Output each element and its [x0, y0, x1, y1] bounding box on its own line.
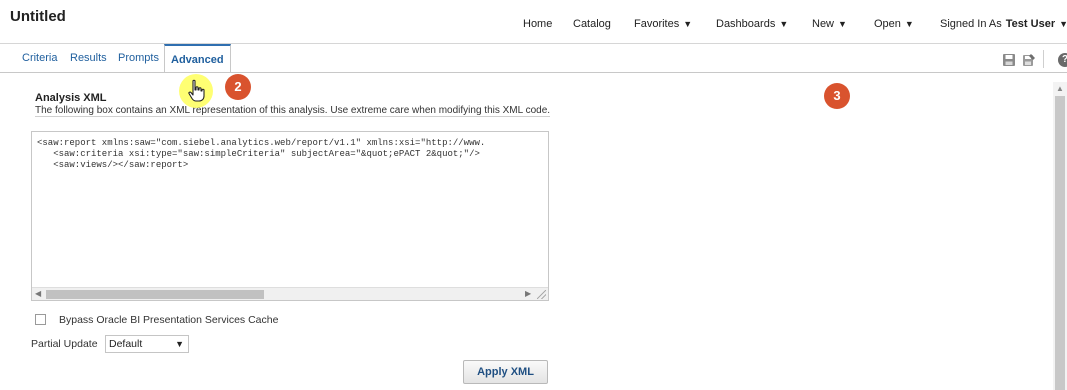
caret-down-icon: ▼ [683, 19, 693, 29]
annotation-badge-2: 2 [225, 74, 251, 100]
editor-tabs: Criteria Results Prompts Advanced [0, 44, 1067, 73]
nav-new-menu[interactable]: New ▼ [812, 18, 847, 30]
section-description: The following box contains an XML repres… [35, 105, 551, 116]
save-icon[interactable] [1002, 53, 1016, 67]
bypass-cache-checkbox[interactable] [35, 314, 46, 326]
resize-grip-icon[interactable] [537, 290, 546, 299]
partial-update-row: Partial Update Default ▼ [31, 335, 189, 353]
xml-content[interactable]: <saw:report xmlns:saw="com.siebel.analyt… [37, 138, 485, 171]
caret-down-icon: ▼ [779, 19, 789, 29]
xml-textarea[interactable]: <saw:report xmlns:saw="com.siebel.analyt… [31, 131, 549, 301]
scroll-right-icon[interactable]: ▶ [525, 289, 531, 298]
page-vertical-scrollbar[interactable]: ▲ [1053, 82, 1067, 390]
toolbar-separator [1043, 50, 1044, 68]
caret-down-icon: ▼ [175, 339, 184, 349]
caret-down-icon: ▼ [904, 19, 914, 29]
nav-open-menu[interactable]: Open ▼ [874, 18, 914, 30]
help-icon[interactable]: ? [1058, 53, 1067, 67]
nav-catalog-link[interactable]: Catalog [573, 18, 611, 30]
bypass-cache-label: Bypass Oracle BI Presentation Services C… [59, 313, 279, 326]
user-name: Test User [1005, 18, 1056, 30]
tab-results[interactable]: Results [70, 52, 107, 64]
hand-cursor-icon [188, 79, 205, 102]
nav-dashboards-menu[interactable]: Dashboards ▼ [716, 18, 788, 30]
scrollbar-thumb[interactable] [46, 290, 264, 299]
caret-down-icon: ▼ [1059, 19, 1067, 29]
annotation-badge-3: 3 [824, 83, 850, 109]
partial-update-value: Default [109, 338, 143, 350]
user-menu[interactable]: Signed In As Test User ▼ [940, 18, 1067, 30]
top-header: Untitled Home Catalog Favorites ▼ Dashboa… [0, 0, 1067, 44]
bypass-cache-option[interactable]: Bypass Oracle BI Presentation Services C… [35, 311, 279, 326]
tab-advanced[interactable]: Advanced [164, 44, 231, 73]
apply-xml-button[interactable]: Apply XML [463, 360, 548, 384]
partial-update-label: Partial Update [31, 338, 98, 350]
caret-down-icon: ▼ [838, 19, 847, 29]
scroll-up-icon[interactable]: ▲ [1056, 84, 1064, 93]
tab-prompts[interactable]: Prompts [118, 52, 159, 64]
horizontal-scrollbar[interactable]: ◀ ▶ [32, 287, 548, 300]
partial-update-select[interactable]: Default ▼ [105, 335, 189, 353]
tab-criteria[interactable]: Criteria [22, 52, 57, 64]
page-title: Untitled [10, 8, 66, 25]
section-divider [35, 116, 550, 117]
advanced-tab-content: Analysis XML The following box contains … [0, 73, 1067, 390]
scroll-left-icon[interactable]: ◀ [35, 289, 41, 298]
signed-in-label: Signed In As [940, 18, 1002, 30]
save-as-icon[interactable] [1022, 53, 1036, 67]
section-title: Analysis XML [35, 92, 107, 104]
vertical-scrollbar-thumb[interactable] [1055, 96, 1065, 390]
nav-favorites-menu[interactable]: Favorites ▼ [634, 18, 692, 30]
nav-home-link[interactable]: Home [523, 18, 552, 30]
